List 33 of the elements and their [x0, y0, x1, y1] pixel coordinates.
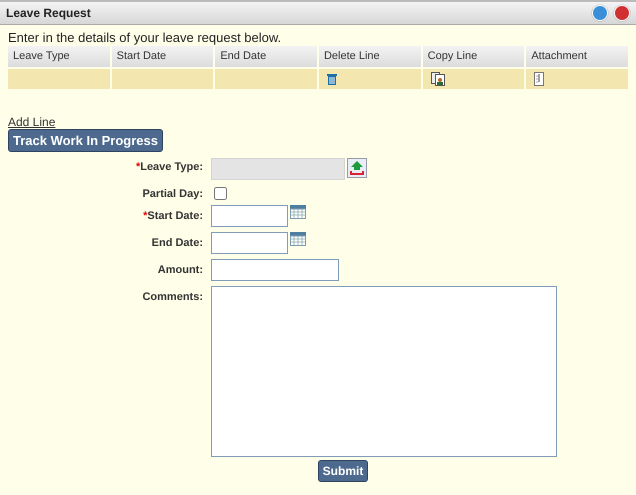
window-title: Leave Request [6, 6, 91, 20]
column-header: Attachment [526, 46, 628, 67]
add-line-link[interactable]: Add Line [8, 115, 56, 129]
calendar-icon[interactable] [290, 205, 306, 219]
required-mark: * [136, 161, 140, 173]
close-icon[interactable] [614, 5, 630, 21]
calendar-icon[interactable] [290, 232, 306, 246]
copy-icon[interactable] [430, 72, 446, 86]
date-field[interactable] [211, 205, 288, 227]
help-icon[interactable] [592, 5, 608, 21]
amount-field[interactable] [211, 259, 339, 281]
partial-day-checkbox[interactable] [214, 187, 227, 200]
column-header: Copy Line [422, 46, 524, 67]
field-label: End Date: [152, 237, 203, 249]
comments-field[interactable] [211, 286, 557, 457]
column-header: End Date [215, 46, 317, 67]
field-label: Partial Day: [142, 188, 203, 200]
date-field[interactable] [211, 232, 288, 254]
required-mark: * [143, 210, 148, 222]
column-header: Start Date [112, 46, 214, 67]
upload-icon[interactable] [347, 158, 367, 178]
instructions-text: Enter in the details of your leave request below. [8, 30, 282, 45]
trash-icon[interactable] [326, 73, 337, 85]
field-label: Amount: [158, 264, 203, 276]
column-header: Delete Line [318, 46, 421, 67]
track-work-button[interactable]: Track Work In Progress [8, 129, 163, 152]
leave-type-field[interactable] [211, 158, 345, 180]
field-label: Leave Type: [140, 161, 203, 173]
field-label: Comments: [142, 291, 203, 303]
submit-button[interactable]: Submit [318, 460, 368, 482]
document-icon[interactable] [534, 72, 544, 86]
column-header: Leave Type [8, 46, 110, 67]
field-label: Start Date: [147, 210, 203, 222]
